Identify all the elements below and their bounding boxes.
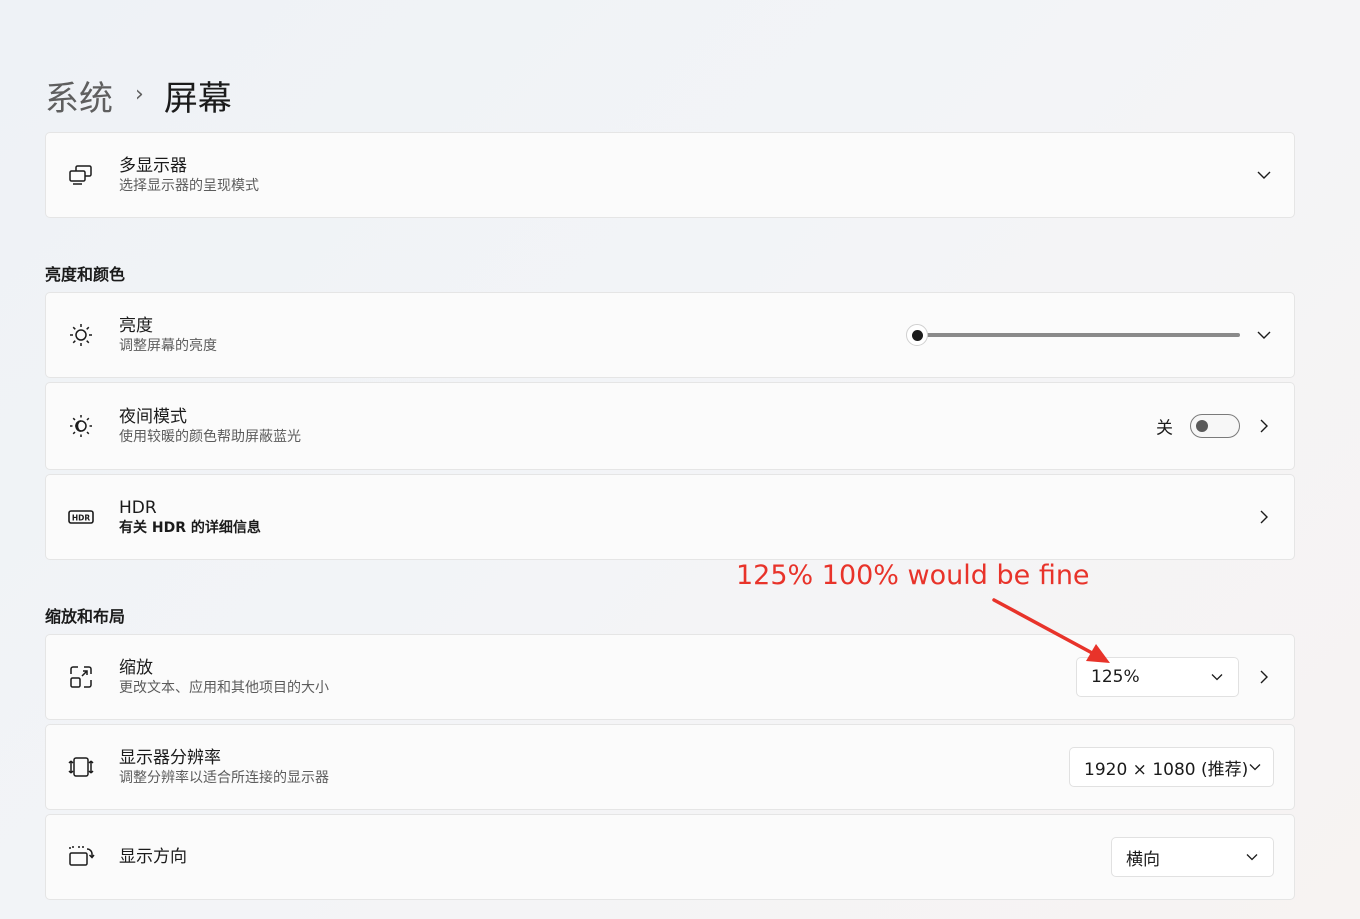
multi-display-desc: 选择显示器的呈现模式 (119, 178, 259, 194)
chevron-down-icon (1210, 670, 1224, 684)
chevron-right-icon[interactable] (1256, 669, 1272, 685)
rotate-screen-icon (66, 842, 96, 872)
hdr-card[interactable]: HDR HDR 有关 HDR 的详细信息 (45, 474, 1295, 560)
orientation-title: 显示方向 (119, 847, 187, 867)
night-light-desc: 使用较暖的颜色帮助屏蔽蓝光 (119, 429, 301, 445)
scale-icon (66, 662, 96, 692)
toggle-knob (1196, 420, 1208, 432)
section-brightness-title: 亮度和颜色 (45, 265, 126, 284)
breadcrumb-parent[interactable]: 系统 (45, 71, 113, 120)
multi-display-title: 多显示器 (119, 156, 187, 176)
chevron-right-icon[interactable] (1256, 418, 1272, 434)
chevron-right-icon[interactable] (1256, 509, 1272, 525)
resolution-title: 显示器分辨率 (119, 748, 221, 768)
brightness-card[interactable]: 亮度 调整屏幕的亮度 (45, 292, 1295, 378)
scale-card[interactable]: 缩放 更改文本、应用和其他项目的大小 125% (45, 634, 1295, 720)
orientation-dropdown-value: 横向 (1126, 849, 1160, 870)
breadcrumb-separator: › (135, 81, 144, 107)
multi-display-card[interactable]: 多显示器 选择显示器的呈现模式 (45, 132, 1295, 218)
svg-text:HDR: HDR (72, 513, 91, 522)
multi-monitor-icon (66, 160, 96, 190)
orientation-card[interactable]: 显示方向 横向 (45, 814, 1295, 900)
chevron-down-icon[interactable] (1256, 167, 1272, 183)
brightness-slider[interactable] (906, 324, 1240, 346)
page-title: 屏幕 (163, 78, 232, 119)
hdr-title: HDR (119, 498, 157, 518)
night-light-icon (66, 411, 96, 441)
resolution-desc: 调整分辨率以适合所连接的显示器 (119, 770, 329, 786)
night-light-toggle[interactable] (1190, 414, 1240, 438)
night-light-card[interactable]: 夜间模式 使用较暖的颜色帮助屏蔽蓝光 关 (45, 382, 1295, 470)
hdr-icon: HDR (66, 502, 96, 532)
resolution-dropdown-value: 1920 × 1080 (推荐) (1084, 759, 1249, 780)
resolution-card[interactable]: 显示器分辨率 调整分辨率以适合所连接的显示器 1920 × 1080 (推荐) (45, 724, 1295, 810)
brightness-desc: 调整屏幕的亮度 (119, 338, 217, 354)
brightness-slider-thumb[interactable] (906, 324, 928, 346)
night-light-state-label: 关 (1156, 418, 1173, 439)
scale-dropdown[interactable]: 125% (1076, 657, 1239, 697)
scale-dropdown-value: 125% (1091, 667, 1140, 687)
resolution-dropdown[interactable]: 1920 × 1080 (推荐) (1069, 747, 1274, 787)
annotation-text: 125% 100% would be fine (736, 560, 1090, 591)
orientation-dropdown[interactable]: 横向 (1111, 837, 1274, 877)
night-light-title: 夜间模式 (119, 407, 187, 427)
chevron-down-icon (1248, 760, 1262, 774)
chevron-down-icon (1245, 850, 1259, 864)
hdr-info-link[interactable]: 有关 HDR 的详细信息 (119, 519, 261, 537)
resolution-icon (66, 752, 96, 782)
scale-title: 缩放 (119, 658, 153, 678)
brightness-slider-track[interactable] (916, 333, 1240, 337)
chevron-down-icon[interactable] (1256, 327, 1272, 343)
brightness-title: 亮度 (119, 316, 153, 336)
breadcrumb: 系统 › 屏幕 (45, 71, 232, 120)
scale-desc: 更改文本、应用和其他项目的大小 (119, 680, 329, 696)
section-scale-title: 缩放和布局 (45, 607, 126, 626)
sun-icon (66, 320, 96, 350)
